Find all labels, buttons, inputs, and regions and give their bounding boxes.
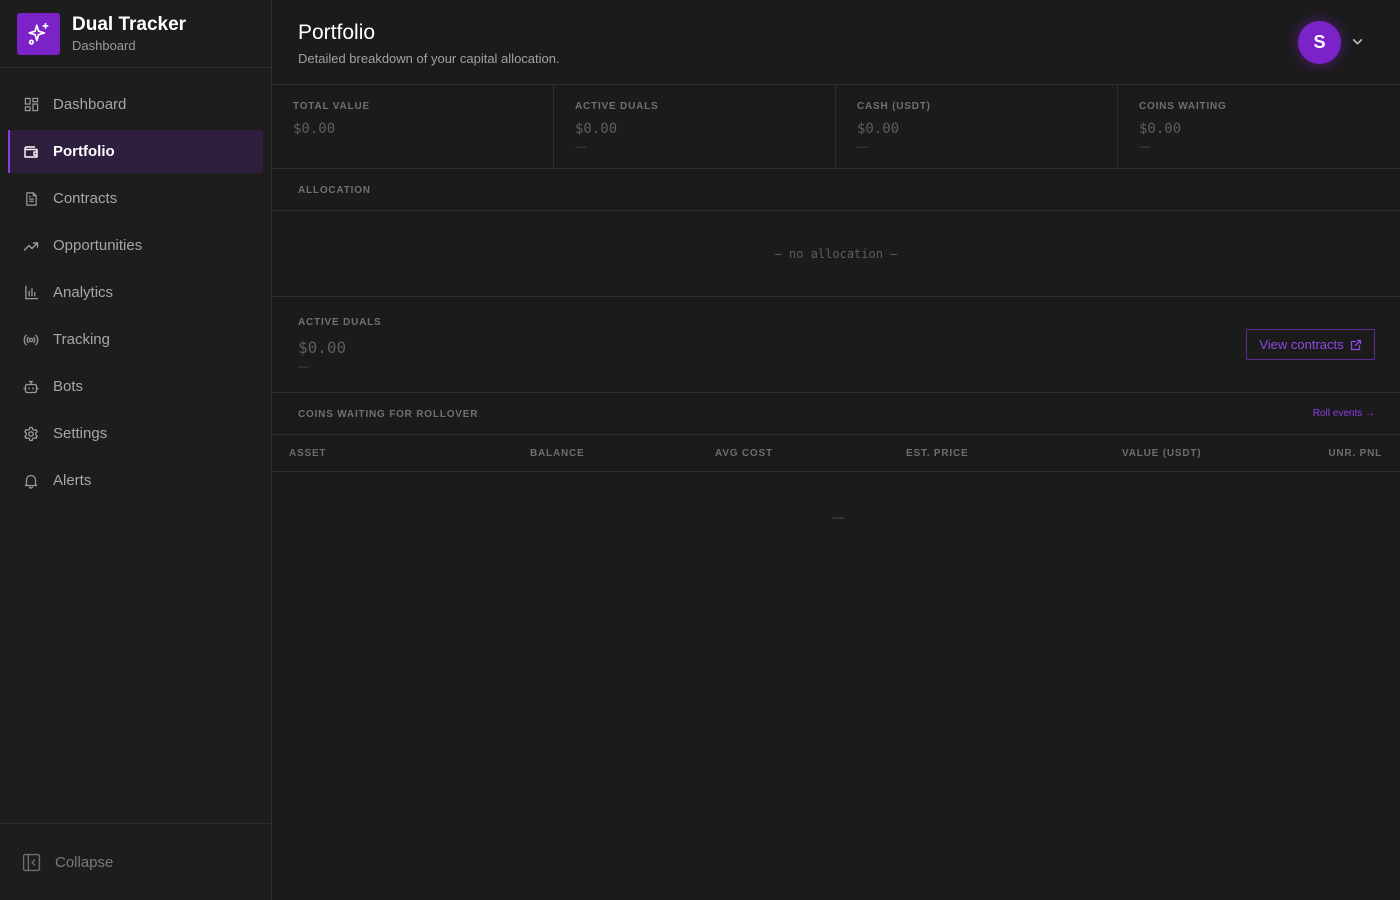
sidebar-item-label: Contracts [53, 190, 118, 207]
bot-icon [23, 379, 39, 395]
app-subtitle: Dashboard [72, 38, 136, 53]
sidebar-item-label: Analytics [53, 284, 114, 301]
column-header[interactable]: BALANCE [530, 448, 585, 459]
external-link-icon [1350, 339, 1362, 351]
active-duals-sub: — [298, 361, 309, 373]
app-title: Dual Tracker [72, 14, 187, 35]
collapse-label: Collapse [55, 853, 114, 871]
sidebar-item-contracts[interactable]: Contracts [8, 177, 263, 220]
allocation-section: ALLOCATION — no allocation — [272, 169, 1400, 297]
rollover-header: COINS WAITING FOR ROLLOVER Roll events → [272, 393, 1400, 435]
section-label: ACTIVE DUALS [298, 317, 382, 328]
active-duals-section: ACTIVE DUALS $0.00 — View contracts [272, 297, 1400, 393]
sidebar-item-label: Portfolio [53, 143, 115, 160]
page-header: Portfolio Detailed breakdown of your cap… [272, 0, 1400, 85]
stat-sub: — [1139, 141, 1150, 153]
stat-value: $0.00 [857, 121, 900, 137]
main-content: Portfolio Detailed breakdown of your cap… [272, 0, 1400, 900]
column-header[interactable]: VALUE (USDT) [1122, 448, 1201, 459]
rollover-section: COINS WAITING FOR ROLLOVER Roll events →… [272, 393, 1400, 472]
stats-row: TOTAL VALUE $0.00 ACTIVE DUALS $0.00 — C… [272, 85, 1400, 169]
allocation-empty: — no allocation — [272, 211, 1400, 297]
stat-value: $0.00 [293, 121, 336, 137]
column-header[interactable]: AVG COST [715, 448, 773, 459]
sidebar-collapse-icon [22, 853, 41, 872]
sidebar-item-opportunities[interactable]: Opportunities [8, 224, 263, 267]
sidebar-item-analytics[interactable]: Analytics [8, 271, 263, 314]
sidebar-item-label: Bots [53, 378, 84, 395]
column-header[interactable]: ASSET [289, 448, 326, 459]
sidebar-item-label: Settings [53, 425, 108, 442]
sidebar-item-label: Opportunities [53, 237, 143, 254]
sidebar-item-bots[interactable]: Bots [8, 365, 263, 408]
bar-chart-icon [23, 285, 39, 301]
sidebar: Dual Tracker Dashboard Dashboard Portfol… [0, 0, 272, 900]
stat-sub: — [575, 141, 586, 153]
view-contracts-button[interactable]: View contracts [1246, 329, 1375, 360]
document-icon [23, 191, 39, 207]
view-contracts-label: View contracts [1259, 337, 1344, 352]
brand: Dual Tracker Dashboard [0, 0, 271, 68]
stat-active-duals: ACTIVE DUALS $0.00 — [554, 85, 836, 169]
section-label: COINS WAITING FOR ROLLOVER [298, 409, 479, 420]
gear-icon [23, 426, 39, 442]
chevron-down-icon[interactable] [1351, 35, 1364, 48]
active-duals-value: $0.00 [298, 338, 347, 357]
sidebar-item-settings[interactable]: Settings [8, 412, 263, 455]
section-label: ALLOCATION [298, 185, 371, 196]
column-header[interactable]: EST. PRICE [906, 448, 968, 459]
collapse-button[interactable]: Collapse [0, 823, 271, 900]
sidebar-item-portfolio[interactable]: Portfolio [8, 130, 263, 173]
stat-label: COINS WAITING [1139, 101, 1227, 112]
roll-events-link[interactable]: Roll events → [1313, 408, 1375, 419]
column-header[interactable]: UNR. PNL [1328, 448, 1382, 459]
allocation-header: ALLOCATION [272, 169, 1400, 211]
stat-total-value: TOTAL VALUE $0.00 [272, 85, 554, 169]
stat-label: CASH (USDT) [857, 101, 931, 112]
stat-cash: CASH (USDT) $0.00 — [836, 85, 1118, 169]
trending-up-icon [23, 238, 39, 254]
sidebar-item-label: Tracking [53, 331, 110, 348]
sidebar-item-tracking[interactable]: Tracking [8, 318, 263, 361]
sidebar-item-label: Dashboard [53, 96, 127, 113]
page-title: Portfolio [298, 21, 376, 44]
stat-value: $0.00 [575, 121, 618, 137]
wallet-icon [23, 144, 39, 160]
rollover-empty: — [832, 510, 844, 524]
rollover-table-header: ASSET BALANCE AVG COST EST. PRICE VALUE … [272, 435, 1400, 472]
radio-icon [23, 332, 39, 348]
sparkle-icon [17, 12, 60, 55]
sidebar-item-alerts[interactable]: Alerts [8, 459, 263, 502]
stat-label: ACTIVE DUALS [575, 101, 659, 112]
stat-value: $0.00 [1139, 121, 1182, 137]
grid-icon [23, 97, 39, 113]
stat-sub: — [857, 141, 868, 153]
page-subtitle: Detailed breakdown of your capital alloc… [298, 51, 560, 66]
sidebar-nav: Dashboard Portfolio Contracts Opportunit… [8, 83, 263, 506]
sidebar-item-label: Alerts [53, 472, 92, 489]
stat-coins-waiting: COINS WAITING $0.00 — [1118, 85, 1400, 169]
avatar[interactable]: S [1298, 21, 1341, 64]
sidebar-item-dashboard[interactable]: Dashboard [8, 83, 263, 126]
bell-icon [23, 473, 39, 489]
stat-label: TOTAL VALUE [293, 101, 370, 112]
